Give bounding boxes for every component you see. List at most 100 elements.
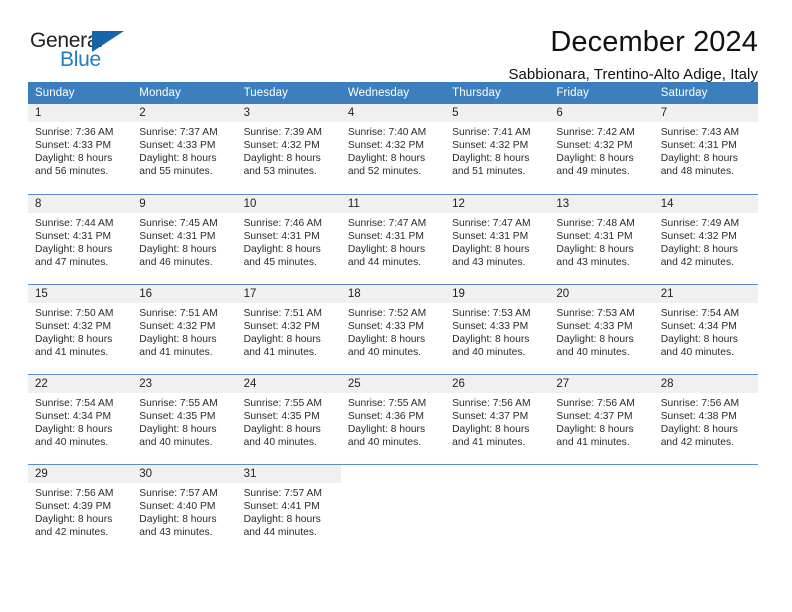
daylight-text-line2: and 45 minutes. — [243, 256, 317, 268]
daylight-text-line1: Daylight: 8 hours — [452, 333, 530, 345]
daylight-text-line1: Daylight: 8 hours — [556, 333, 634, 345]
daylight-text-line2: and 40 minutes. — [452, 346, 526, 358]
daylight-text-line2: and 40 minutes. — [347, 436, 422, 448]
day-details: Sunrise: 7:47 AM Sunset: 4:31 PM Daylight:… — [341, 213, 445, 269]
daylight-text-line1: Daylight: 8 hours — [660, 243, 738, 255]
calendar-day-cell[interactable]: 26 Sunrise: 7:56 AM Sunset: 4:37 PM Dayligh… — [445, 373, 550, 464]
day-details: Sunrise: 7:40 AM Sunset: 4:32 PM Daylight:… — [341, 122, 445, 178]
sunrise-text: Sunrise: 7:45 AM — [139, 217, 218, 229]
calendar-day-cell[interactable]: 29 Sunrise: 7:56 AM Sunset: 4:39 PM Dayligh… — [28, 463, 133, 554]
calendar-day-cell[interactable]: 9 Sunrise: 7:45 AM Sunset: 4:31 PM Daylight… — [132, 193, 237, 284]
daylight-text-line2: and 48 minutes. — [660, 166, 734, 178]
daylight-text-line2: and 55 minutes. — [139, 166, 213, 178]
calendar-day-cell[interactable]: 23 Sunrise: 7:55 AM Sunset: 4:35 PM Dayligh… — [132, 373, 237, 464]
calendar-day-cell[interactable]: 14 Sunrise: 7:49 AM Sunset: 4:32 PM Dayligh… — [653, 193, 758, 284]
calendar-day-cell[interactable]: 18 Sunrise: 7:52 AM Sunset: 4:33 PM Dayligh… — [340, 283, 446, 374]
calendar-day-cell[interactable]: 6 Sunrise: 7:42 AM Sunset: 4:32 PM Daylight… — [549, 104, 654, 194]
calendar-day-cell[interactable]: 20 Sunrise: 7:53 AM Sunset: 4:33 PM Dayligh… — [549, 283, 654, 374]
calendar-day-cell[interactable]: 17 Sunrise: 7:51 AM Sunset: 4:32 PM Dayligh… — [236, 283, 341, 374]
page-header: General Blue December 2024 Sabbionara, T… — [0, 0, 792, 83]
sunrise-text: Sunrise: 7:41 AM — [452, 127, 531, 138]
sunset-text: Sunset: 4:41 PM — [243, 500, 320, 512]
daylight-text-line1: Daylight: 8 hours — [347, 333, 426, 345]
day-details: Sunrise: 7:56 AM Sunset: 4:37 PM Daylight:… — [445, 393, 549, 449]
calendar-day-cell[interactable]: 25 Sunrise: 7:55 AM Sunset: 4:36 PM Dayligh… — [340, 373, 446, 464]
calendar-empty-cell — [445, 463, 550, 554]
sunrise-text: Sunrise: 7:50 AM — [35, 307, 114, 319]
sunset-text: Sunset: 4:32 PM — [243, 140, 320, 152]
daylight-text-line2: and 41 minutes. — [243, 346, 317, 358]
weekday-header-wednesday: Wednesday — [340, 82, 446, 104]
day-details: Sunrise: 7:48 AM Sunset: 4:31 PM Daylight:… — [549, 213, 653, 269]
sunset-text: Sunset: 4:37 PM — [556, 410, 633, 422]
day-details: Sunrise: 7:53 AM Sunset: 4:33 PM Daylight:… — [445, 303, 549, 359]
daylight-text-line2: and 43 minutes. — [556, 256, 630, 268]
daylight-text-line1: Daylight: 8 hours — [139, 243, 217, 255]
calendar-page: General Blue December 2024 Sabbionara, T… — [0, 0, 792, 612]
calendar-empty-cell — [549, 463, 654, 554]
day-number: 29 — [28, 464, 133, 483]
day-details: Sunrise: 7:45 AM Sunset: 4:31 PM Daylight:… — [132, 213, 236, 269]
sunrise-text: Sunrise: 7:56 AM — [556, 397, 635, 409]
daylight-text-line1: Daylight: 8 hours — [660, 423, 738, 435]
calendar-day-cell[interactable]: 4 Sunrise: 7:40 AM Sunset: 4:32 PM Daylight… — [340, 104, 446, 194]
daylight-text-line2: and 56 minutes. — [35, 166, 109, 178]
daylight-text-line2: and 41 minutes. — [452, 436, 526, 448]
calendar-day-cell[interactable]: 24 Sunrise: 7:55 AM Sunset: 4:35 PM Dayligh… — [236, 373, 341, 464]
calendar-day-cell[interactable]: 22 Sunrise: 7:54 AM Sunset: 4:34 PM Dayligh… — [28, 373, 133, 464]
daylight-text-line2: and 40 minutes. — [556, 346, 630, 358]
sunrise-text: Sunrise: 7:53 AM — [556, 307, 635, 319]
day-details: Sunrise: 7:51 AM Sunset: 4:32 PM Daylight:… — [237, 303, 341, 359]
calendar-day-cell[interactable]: 1 Sunrise: 7:36 AM Sunset: 4:33 PM Daylight… — [28, 104, 133, 194]
calendar-day-cell[interactable]: 30 Sunrise: 7:57 AM Sunset: 4:40 PM Dayligh… — [132, 463, 237, 554]
day-details: Sunrise: 7:37 AM Sunset: 4:33 PM Daylight:… — [132, 122, 236, 178]
daylight-text-line2: and 43 minutes. — [452, 256, 526, 268]
daylight-text-line1: Daylight: 8 hours — [556, 423, 634, 435]
day-number — [341, 465, 445, 483]
sunset-text: Sunset: 4:31 PM — [556, 230, 633, 242]
daylight-text-line1: Daylight: 8 hours — [556, 243, 634, 255]
calendar-day-cell[interactable]: 19 Sunrise: 7:53 AM Sunset: 4:33 PM Dayligh… — [445, 283, 550, 374]
day-number: 2 — [132, 104, 237, 122]
title-block: December 2024 Sabbionara, Trentino-Alto … — [140, 26, 758, 83]
sunrise-text: Sunrise: 7:56 AM — [660, 397, 740, 409]
day-details: Sunrise: 7:43 AM Sunset: 4:31 PM Daylight:… — [654, 122, 758, 178]
calendar-day-cell[interactable]: 10 Sunrise: 7:46 AM Sunset: 4:31 PM Dayligh… — [236, 193, 341, 284]
sunset-text: Sunset: 4:33 PM — [556, 320, 633, 332]
calendar-empty-cell — [340, 463, 446, 554]
day-number: 15 — [28, 284, 133, 303]
calendar-day-cell[interactable]: 3 Sunrise: 7:39 AM Sunset: 4:32 PM Daylight… — [236, 104, 341, 194]
calendar-day-cell[interactable]: 13 Sunrise: 7:48 AM Sunset: 4:31 PM Dayligh… — [549, 193, 654, 284]
sunrise-text: Sunrise: 7:46 AM — [243, 217, 322, 229]
day-number: 12 — [445, 194, 550, 213]
page-subtitle: Sabbionara, Trentino-Alto Adige, Italy — [508, 66, 758, 84]
calendar-day-cell[interactable]: 31 Sunrise: 7:57 AM Sunset: 4:41 PM Dayligh… — [236, 463, 341, 554]
calendar-day-cell[interactable]: 5 Sunrise: 7:41 AM Sunset: 4:32 PM Daylight… — [445, 104, 550, 194]
calendar-day-cell[interactable]: 11 Sunrise: 7:47 AM Sunset: 4:31 PM Dayligh… — [340, 193, 446, 284]
daylight-text-line1: Daylight: 8 hours — [139, 153, 217, 165]
calendar-day-cell[interactable]: 28 Sunrise: 7:56 AM Sunset: 4:38 PM Dayligh… — [653, 373, 758, 464]
general-blue-logo[interactable]: General Blue — [30, 26, 140, 72]
daylight-text-line1: Daylight: 8 hours — [347, 423, 426, 435]
calendar-day-cell[interactable]: 16 Sunrise: 7:51 AM Sunset: 4:32 PM Dayligh… — [132, 283, 237, 374]
calendar-body: 1 Sunrise: 7:36 AM Sunset: 4:33 PM Daylight… — [28, 104, 758, 554]
day-number: 10 — [236, 194, 341, 213]
calendar-day-cell[interactable]: 12 Sunrise: 7:47 AM Sunset: 4:31 PM Dayligh… — [445, 193, 550, 284]
daylight-text-line2: and 44 minutes. — [243, 526, 317, 538]
daylight-text-line1: Daylight: 8 hours — [243, 243, 321, 255]
weekday-header-tuesday: Tuesday — [236, 82, 341, 104]
sunrise-text: Sunrise: 7:57 AM — [243, 487, 322, 499]
calendar-day-cell[interactable]: 21 Sunrise: 7:54 AM Sunset: 4:34 PM Dayligh… — [653, 283, 758, 374]
sunset-text: Sunset: 4:34 PM — [35, 410, 112, 422]
day-number: 26 — [445, 374, 550, 393]
daylight-text-line1: Daylight: 8 hours — [243, 513, 321, 525]
sunrise-text: Sunrise: 7:56 AM — [452, 397, 531, 409]
calendar-day-cell[interactable]: 7 Sunrise: 7:43 AM Sunset: 4:31 PM Daylight… — [653, 104, 758, 194]
daylight-text-line1: Daylight: 8 hours — [243, 153, 321, 165]
calendar-day-cell[interactable]: 15 Sunrise: 7:50 AM Sunset: 4:32 PM Dayligh… — [28, 283, 133, 374]
calendar-day-cell[interactable]: 27 Sunrise: 7:56 AM Sunset: 4:37 PM Dayligh… — [549, 373, 654, 464]
calendar-day-cell[interactable]: 8 Sunrise: 7:44 AM Sunset: 4:31 PM Daylight… — [28, 193, 133, 284]
sunset-text: Sunset: 4:31 PM — [139, 230, 216, 242]
daylight-text-line1: Daylight: 8 hours — [243, 333, 321, 345]
calendar-day-cell[interactable]: 2 Sunrise: 7:37 AM Sunset: 4:33 PM Daylight… — [132, 104, 237, 194]
